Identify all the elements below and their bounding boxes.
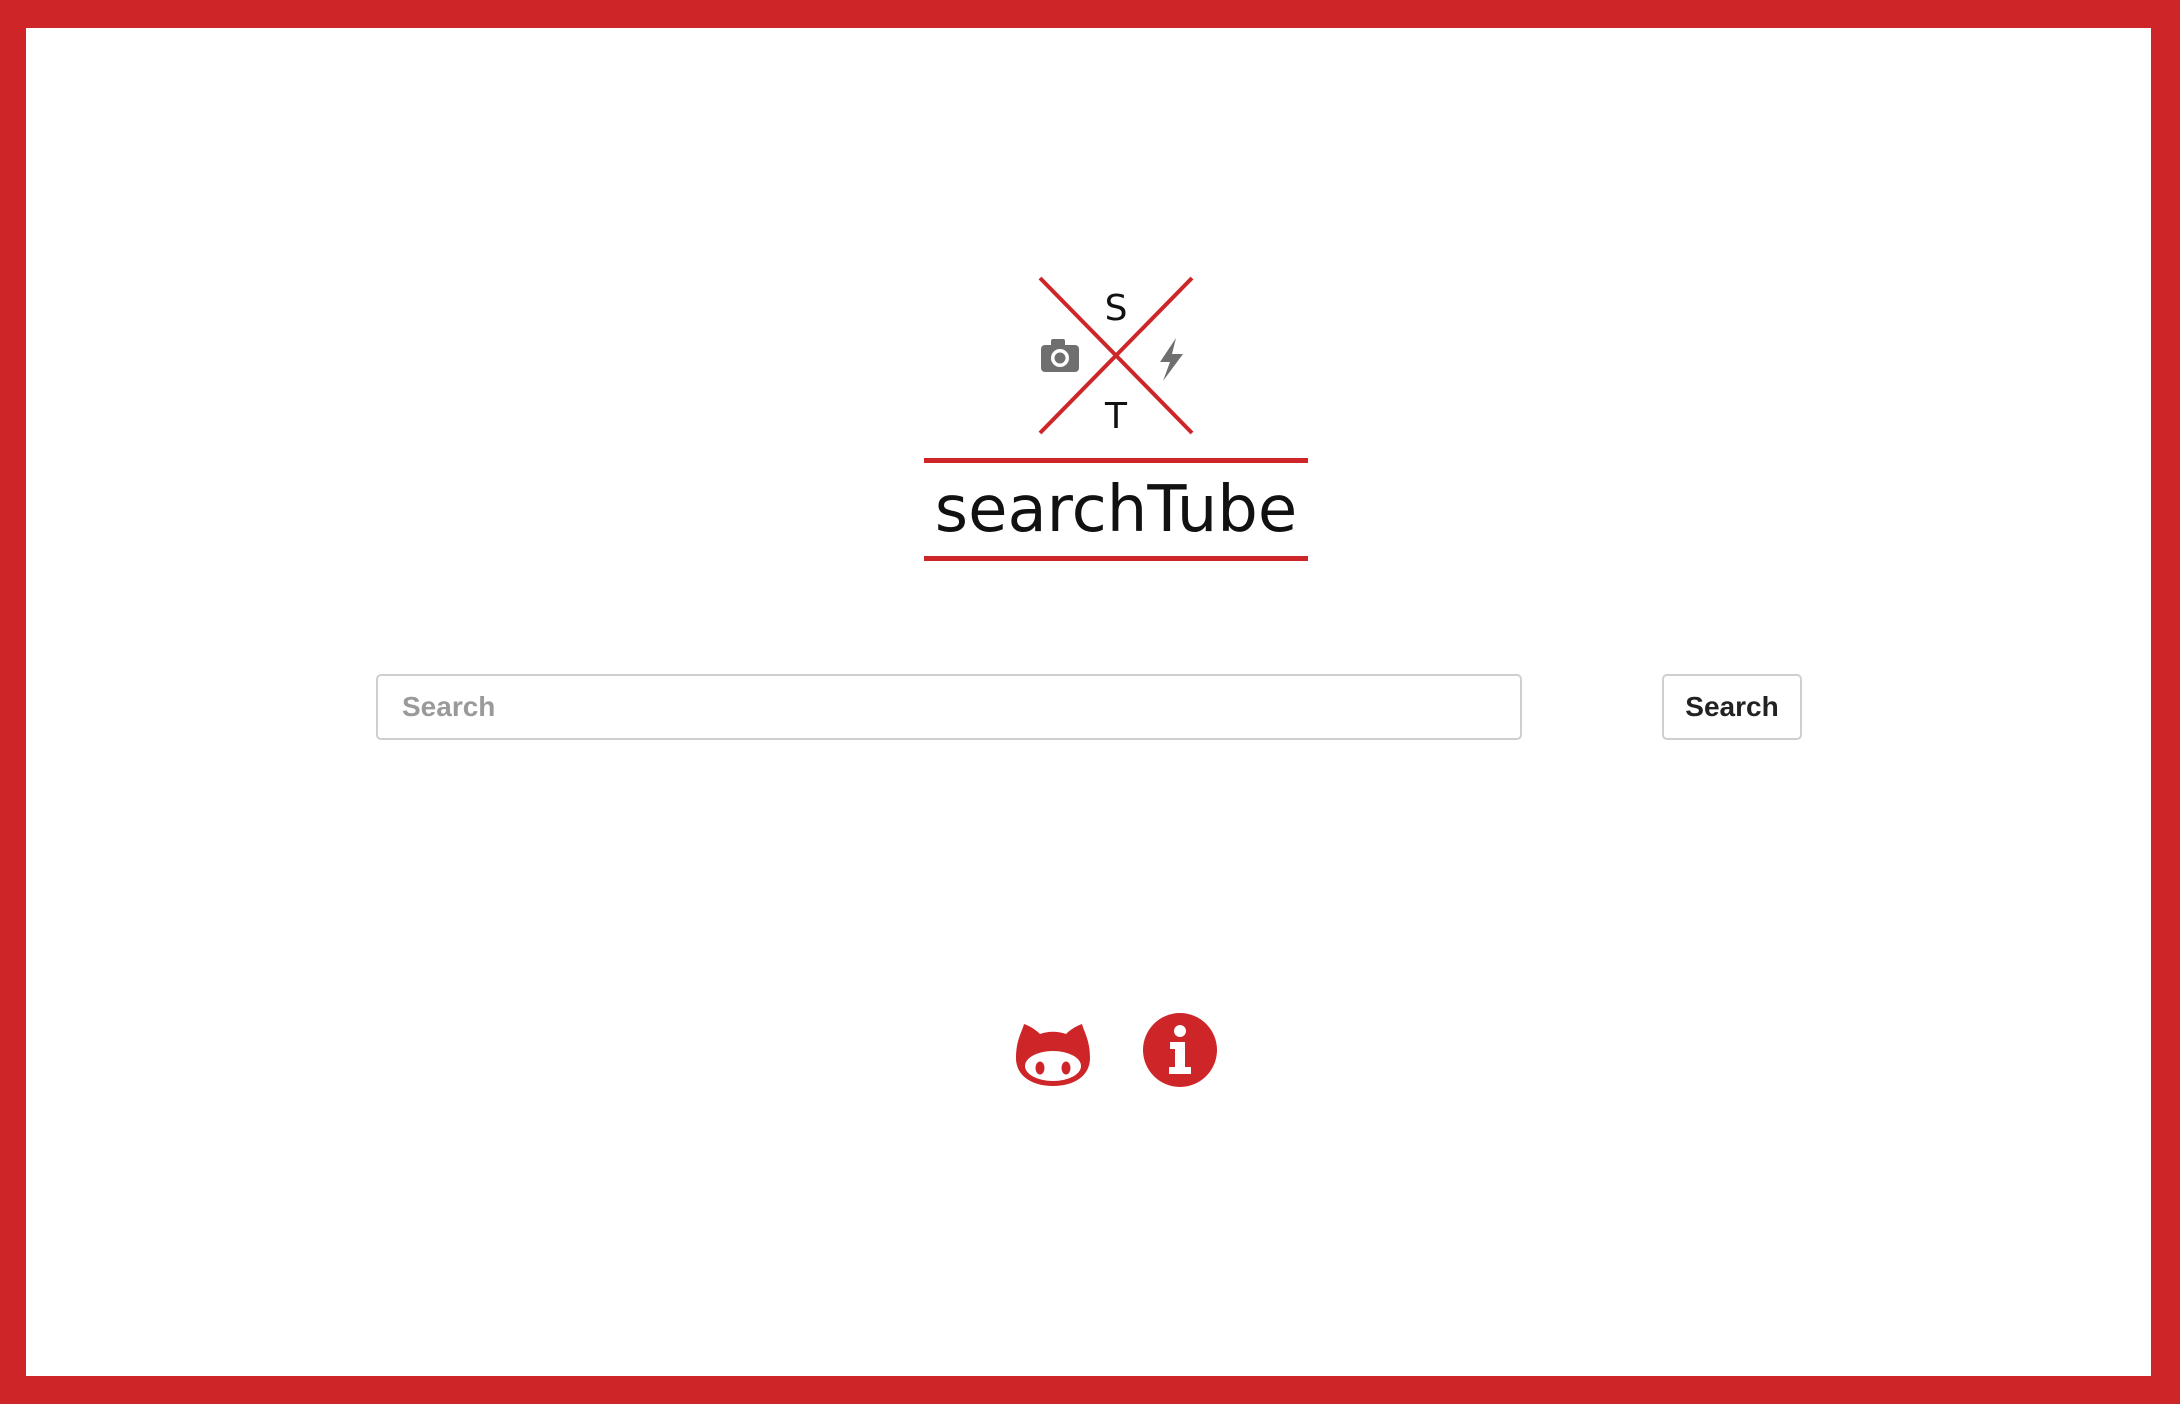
logo-letter-top: S	[1105, 288, 1128, 329]
info-link[interactable]	[1142, 1012, 1218, 1088]
lightning-icon	[1160, 338, 1183, 381]
searchtube-logo: S T searchTube	[910, 268, 1330, 578]
github-icon	[1016, 1024, 1090, 1086]
camera-icon	[1041, 339, 1079, 372]
info-icon	[1143, 1013, 1217, 1087]
search-input[interactable]	[376, 674, 1522, 740]
github-link[interactable]	[1012, 1018, 1094, 1088]
logo-letter-bottom: T	[1104, 396, 1128, 437]
logo-top-rule	[924, 458, 1308, 463]
logo-bottom-rule	[924, 556, 1308, 561]
main-panel: S T searchTube Search	[26, 28, 2151, 1376]
logo-wordmark: searchTube	[935, 473, 1298, 547]
search-button[interactable]: Search	[1662, 674, 1802, 740]
